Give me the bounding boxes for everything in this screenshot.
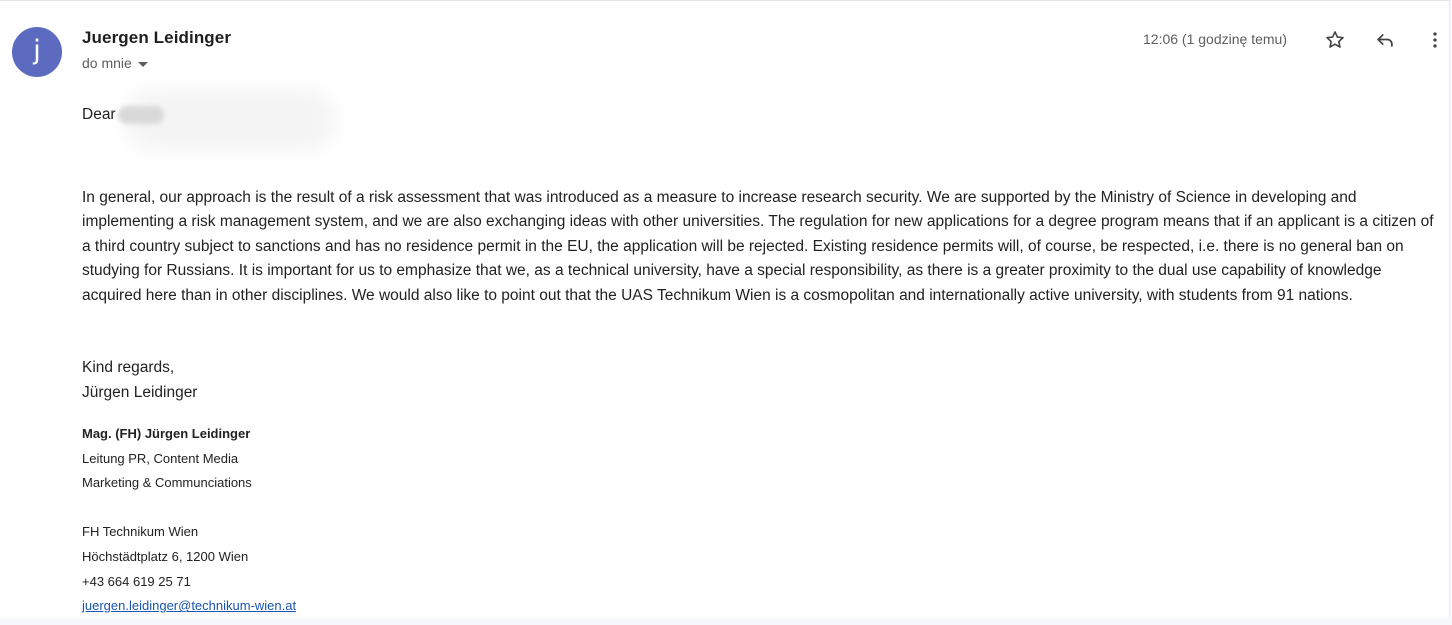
closing: Kind regards, Jürgen Leidinger <box>82 356 197 405</box>
signature-name: Mag. (FH) Jürgen Leidinger <box>82 426 251 441</box>
more-options-button[interactable] <box>1420 25 1450 55</box>
more-vert-icon <box>1433 32 1437 48</box>
email-message: j Juergen Leidinger do mnie 12:06 (1 god… <box>0 0 1450 618</box>
greeting-text: Dear <box>82 106 116 123</box>
signature-organization: FH Technikum Wien <box>82 524 199 540</box>
closing-name: Jürgen Leidinger <box>82 383 198 401</box>
star-button[interactable] <box>1320 25 1350 55</box>
redacted-name <box>117 106 164 124</box>
closing-regards: Kind regards, <box>82 359 175 376</box>
reply-button[interactable] <box>1370 25 1400 55</box>
recipient-details-toggle[interactable]: do mnie <box>82 55 148 71</box>
email-signature: Mag. (FH) Jürgen Leidinger Leitung PR, C… <box>82 422 296 619</box>
signature-title: Leitung PR, Content Media <box>82 450 239 466</box>
chevron-down-icon <box>137 61 148 67</box>
message-body: In general, our approach is the result o… <box>82 189 1434 304</box>
signature-phone: +43 664 619 25 71 <box>82 573 191 589</box>
star-icon <box>1326 31 1344 48</box>
reply-icon <box>1377 34 1393 47</box>
signature-address: Höchstädtplatz 6, 1200 Wien <box>82 548 249 564</box>
sender-name[interactable]: Juergen Leidinger <box>82 28 231 48</box>
signature-email-link[interactable]: juergen.leidinger@technikum-wien.at <box>82 598 296 613</box>
signature-department: Marketing & Communciations <box>82 475 252 491</box>
greeting: Dear <box>82 106 164 124</box>
message-timestamp: 12:06 (1 godzinę temu) <box>1143 31 1287 47</box>
signature-spacer <box>82 496 296 521</box>
avatar[interactable]: j <box>12 27 62 77</box>
recipient-label: do mnie <box>82 55 132 71</box>
